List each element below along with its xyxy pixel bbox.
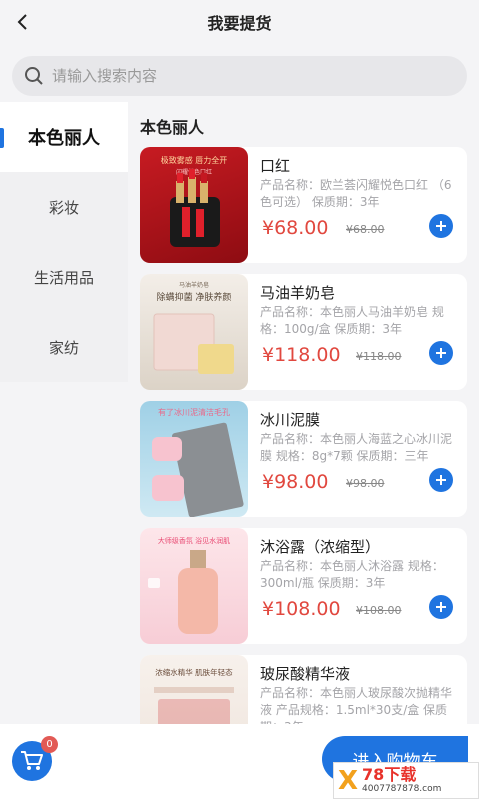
plus-icon xyxy=(436,221,446,231)
watermark-url: 4007787878.com xyxy=(362,784,442,794)
product-name: 冰川泥膜 xyxy=(260,411,321,429)
product-name: 马油羊奶皂 xyxy=(260,284,336,302)
product-original-price: ¥118.00 xyxy=(356,350,402,363)
lipstick-illustration xyxy=(170,169,220,247)
plus-icon xyxy=(436,475,446,485)
product-card[interactable]: 极致雾感 唇力全开 闪耀悦色口红 口红 产品名称：欧兰荟闪耀悦色口红 （6色可选… xyxy=(140,147,467,263)
product-card[interactable]: 大师级香氛 浴见水润肌 沐浴露（浓缩型） 产品名称：本色丽人沐浴露 规格：300… xyxy=(140,528,467,644)
product-original-price: ¥68.00 xyxy=(346,223,385,236)
product-original-price: ¥98.00 xyxy=(346,477,385,490)
product-price: ¥108.00 xyxy=(262,598,341,620)
back-button[interactable] xyxy=(10,10,34,34)
product-description: 产品名称：本色丽人海蓝之心冰川泥膜 规格：8g*7颗 保质期：三年 xyxy=(260,432,453,463)
product-description: 产品名称：本色丽人沐浴露 规格：300ml/瓶 保质期：3年 xyxy=(260,559,444,590)
add-to-cart-button[interactable] xyxy=(429,468,453,492)
search-icon xyxy=(25,67,43,85)
bottle-illustration xyxy=(148,550,218,634)
product-image-serum: 浓缩水精华 肌肤年轻态 xyxy=(140,655,248,724)
add-to-cart-button[interactable] xyxy=(429,214,453,238)
sidebar-item-bense-liren[interactable]: 本色丽人 xyxy=(0,102,128,172)
product-image-mud-mask: 有了冰川泥清洁毛孔 xyxy=(140,401,248,517)
product-description: 产品名称：本色丽人玻尿酸次抛精华液 产品规格：1.5ml*30支/盒 保质期：3… xyxy=(260,686,453,724)
product-card[interactable]: 马油羊奶皂 除螨抑菌 净肤养颜 马油羊奶皂 产品名称：本色丽人马油羊奶皂 规格：… xyxy=(140,274,467,390)
product-name: 口红 xyxy=(260,157,291,175)
top-bar: 我要提货 xyxy=(0,0,479,44)
product-card[interactable]: 有了冰川泥清洁毛孔 冰川泥膜 产品名称：本色丽人海蓝之心冰川泥膜 规格：8g*7… xyxy=(140,401,467,517)
product-name: 玻尿酸精华液 xyxy=(260,665,351,683)
sidebar-item-home-textiles[interactable]: 家纺 xyxy=(0,312,128,382)
product-image-body-wash: 大师级香氛 浴见水润肌 xyxy=(140,528,248,644)
plus-icon xyxy=(436,602,446,612)
search-bar[interactable] xyxy=(12,56,467,96)
product-original-price: ¥108.00 xyxy=(356,604,402,617)
site-watermark: X 78下载 4007787878.com xyxy=(333,762,479,799)
shopping-cart-icon xyxy=(21,751,43,770)
add-to-cart-button[interactable] xyxy=(429,341,453,365)
product-description: 产品名称：欧兰荟闪耀悦色口红 （6色可选） 保质期：3年 xyxy=(260,178,452,209)
watermark-logo-icon: X xyxy=(338,765,359,796)
soap-illustration xyxy=(153,313,234,374)
add-to-cart-button[interactable] xyxy=(429,595,453,619)
product-price: ¥68.00 xyxy=(262,217,329,239)
section-title: 本色丽人 xyxy=(140,118,205,137)
product-list: 本色丽人 极致雾感 唇力全开 闪耀悦色口红 口红 产品名称：欧兰荟闪耀悦色口红 … xyxy=(128,102,479,724)
product-image-lipstick: 极致雾感 唇力全开 闪耀悦色口红 xyxy=(140,147,248,263)
sidebar-item-daily-goods[interactable]: 生活用品 xyxy=(0,242,128,312)
serum-illustration xyxy=(154,687,234,724)
product-name: 沐浴露（浓缩型） xyxy=(260,538,381,556)
category-sidebar: 本色丽人 彩妆 生活用品 家纺 xyxy=(0,102,128,382)
sidebar-item-makeup[interactable]: 彩妆 xyxy=(0,172,128,242)
product-description: 产品名称：本色丽人马油羊奶皂 规格：100g/盒 保质期：3年 xyxy=(260,305,444,336)
product-price: ¥118.00 xyxy=(262,344,341,366)
product-image-soap: 马油羊奶皂 除螨抑菌 净肤养颜 xyxy=(140,274,248,390)
page-title: 我要提货 xyxy=(207,14,272,33)
search-input[interactable] xyxy=(52,67,432,85)
product-card[interactable]: 浓缩水精华 肌肤年轻态 玻尿酸精华液 产品名称：本色丽人玻尿酸次抛精华液 产品规… xyxy=(140,655,467,724)
watermark-brand: 78下载 xyxy=(362,765,417,784)
product-price: ¥98.00 xyxy=(262,471,329,493)
mud-mask-illustration xyxy=(152,422,244,517)
cart-count-badge: 0 xyxy=(41,736,58,753)
plus-icon xyxy=(436,348,446,358)
back-arrow-icon xyxy=(17,14,27,30)
